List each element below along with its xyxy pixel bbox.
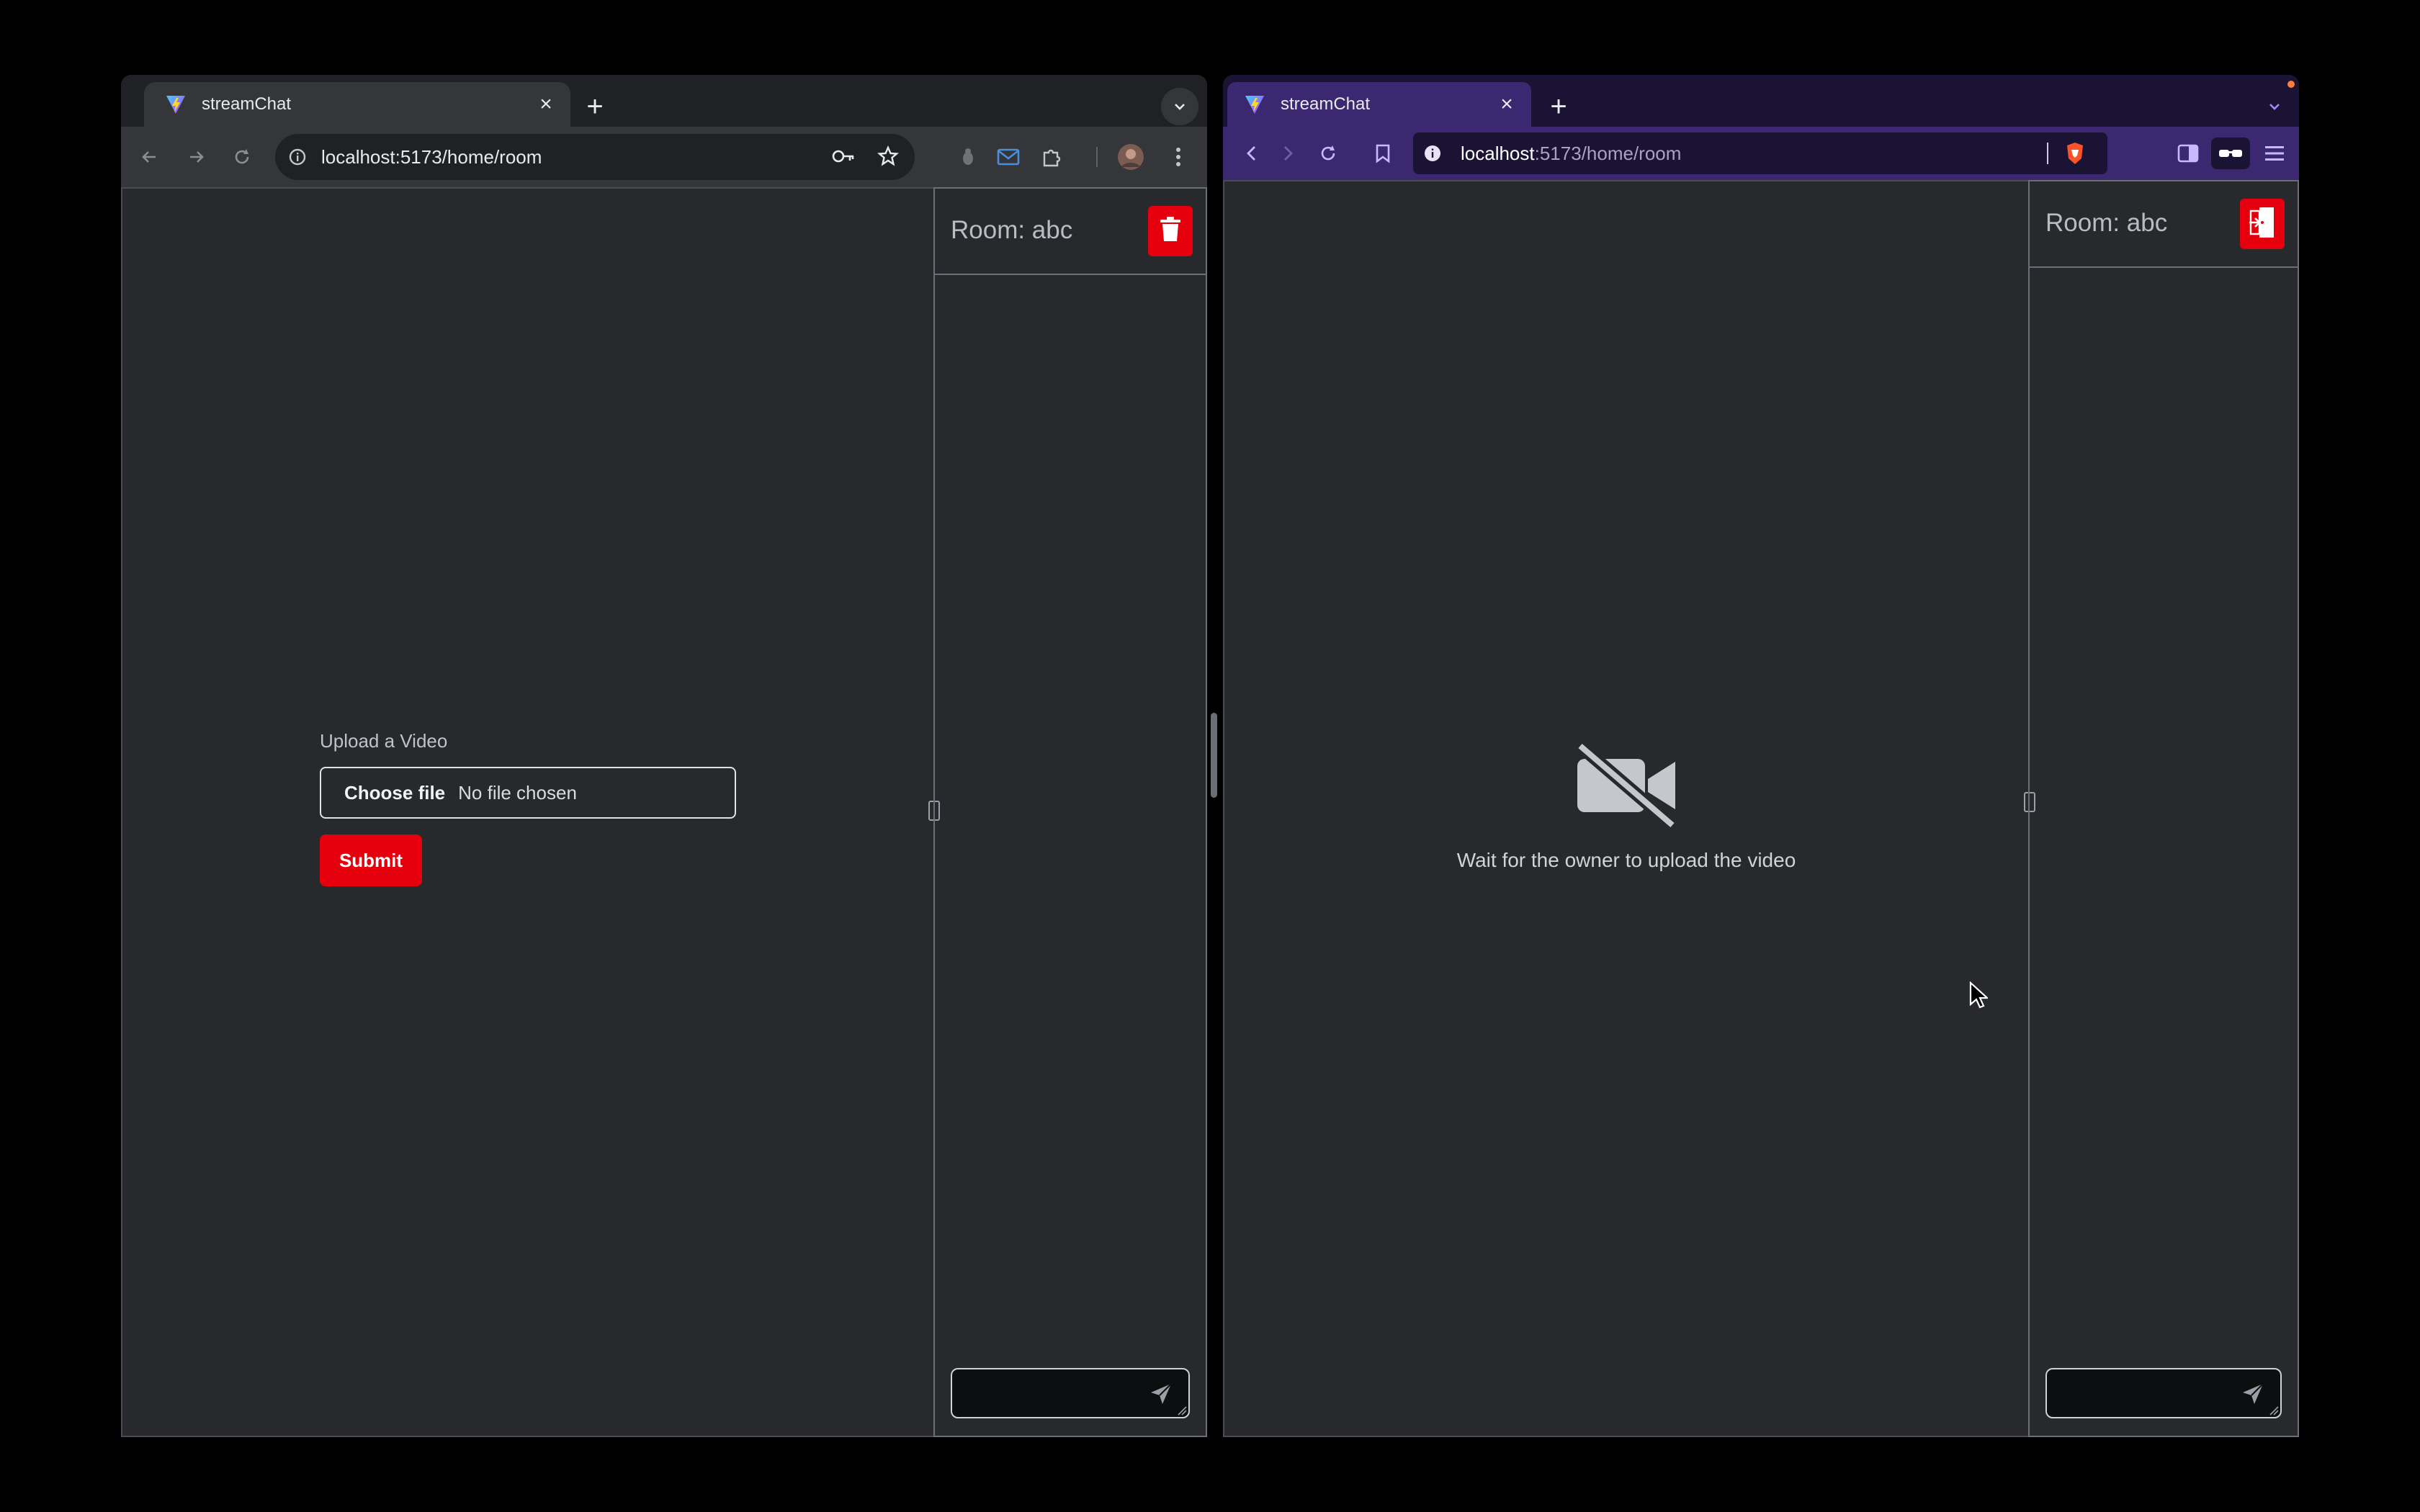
brave-shield-icon[interactable]: [2064, 141, 2086, 169]
plus-icon[interactable]: +: [579, 91, 611, 122]
choose-file-button[interactable]: Choose file: [344, 782, 445, 804]
plus-icon[interactable]: +: [1543, 91, 1574, 122]
url-text: localhost:5173/home/room: [321, 145, 542, 168]
reload-icon[interactable]: [222, 137, 262, 177]
room-title: Room: abc: [951, 216, 1073, 244]
submit-button[interactable]: Submit: [320, 834, 422, 886]
site-info-icon[interactable]: [1423, 143, 1443, 163]
room-title: Room: abc: [2045, 209, 2168, 237]
file-input[interactable]: Choose file No file chosen: [320, 767, 736, 819]
file-status: No file chosen: [458, 781, 577, 804]
password-key-icon[interactable]: [831, 145, 856, 171]
url-host: localhost: [1461, 142, 1535, 164]
chat-input[interactable]: [951, 1368, 1190, 1418]
address-bar[interactable]: localhost:5173/home/room: [275, 134, 915, 180]
tab-streamchat[interactable]: streamChat ×: [144, 82, 570, 127]
hamburger-menu-icon[interactable]: [2254, 133, 2295, 174]
window-divider-handle[interactable]: [1211, 713, 1217, 798]
back-arrow-icon[interactable]: [1232, 133, 1272, 174]
vite-favicon: [164, 93, 187, 116]
star-icon[interactable]: [877, 145, 900, 171]
send-icon[interactable]: [2241, 1382, 2264, 1405]
tab-title: streamChat: [202, 94, 292, 114]
upload-form: Upload a Video Choose file No file chose…: [320, 730, 736, 886]
leave-room-button[interactable]: [2240, 199, 2285, 249]
chrome-toolbar: localhost:5173/home/room: [121, 127, 1207, 187]
close-icon[interactable]: ×: [532, 90, 560, 119]
tab-strip: streamChat × +: [1223, 75, 2299, 127]
trash-icon: [1160, 216, 1181, 246]
exit-door-icon: [2248, 205, 2277, 243]
page-viewport: Upload a Video Choose file No file chose…: [121, 187, 1207, 1437]
resize-grip[interactable]: [2269, 1405, 2279, 1416]
brave-window: streamChat × + localhost:5173/home/room: [1223, 75, 2299, 1437]
site-info-icon[interactable]: [288, 147, 308, 167]
mouse-cursor: [1969, 981, 1989, 1009]
chat-pane: Room: abc: [2028, 180, 2299, 1437]
puzzle-icon[interactable]: [1031, 137, 1072, 177]
upload-label: Upload a Video: [320, 730, 448, 752]
chat-header: Room: abc: [935, 189, 1206, 275]
extension-icon[interactable]: [948, 137, 988, 177]
resize-grip[interactable]: [1177, 1405, 1187, 1416]
omnibox-divider: [2047, 143, 2048, 164]
sidebar-icon[interactable]: [2168, 133, 2208, 174]
chevron-down-icon[interactable]: [2256, 88, 2293, 125]
avatar[interactable]: [1111, 137, 1151, 177]
reader-glasses-icon[interactable]: [2211, 138, 2250, 169]
mail-icon[interactable]: [988, 137, 1028, 177]
vite-favicon: [1243, 93, 1266, 116]
wait-message: Wait for the owner to upload the video: [1456, 849, 1796, 871]
tab-strip: streamChat × +: [121, 75, 1207, 127]
brave-toolbar: localhost:5173/home/room: [1223, 127, 2299, 180]
reload-icon[interactable]: [1308, 133, 1348, 174]
bookmark-icon[interactable]: [1363, 133, 1403, 174]
address-bar[interactable]: localhost:5173/home/room: [1413, 132, 2107, 174]
video-pane: Upload a Video Choose file No file chose…: [121, 187, 935, 1437]
video-off-icon: [1573, 741, 1680, 831]
forward-arrow-icon[interactable]: [176, 137, 216, 177]
close-icon[interactable]: ×: [1492, 90, 1521, 119]
waiting-state: Wait for the owner to upload the video: [1224, 741, 2028, 872]
video-pane: Wait for the owner to upload the video: [1223, 180, 2030, 1437]
toolbar-separator: [1096, 147, 1098, 167]
back-arrow-icon[interactable]: [130, 137, 170, 177]
chevron-down-icon[interactable]: [1161, 88, 1198, 125]
notification-dot: [2287, 81, 2295, 88]
send-icon[interactable]: [1150, 1382, 1173, 1405]
delete-room-button[interactable]: [1148, 206, 1193, 256]
kebab-menu-icon[interactable]: [1158, 137, 1198, 177]
chat-pane: Room: abc: [933, 187, 1207, 1437]
forward-arrow-icon[interactable]: [1268, 133, 1308, 174]
tab-streamchat[interactable]: streamChat ×: [1227, 82, 1531, 127]
url-path: :5173/home/room: [1534, 142, 1682, 164]
chat-input[interactable]: [2045, 1368, 2282, 1418]
chrome-window: streamChat × + localhost:5173/home/room: [121, 75, 1207, 1437]
tab-title: streamChat: [1281, 94, 1371, 114]
page-viewport: Wait for the owner to upload the video R…: [1223, 180, 2299, 1437]
chat-header: Room: abc: [2030, 181, 2298, 268]
url-text: localhost:5173/home/room: [1461, 143, 1681, 165]
